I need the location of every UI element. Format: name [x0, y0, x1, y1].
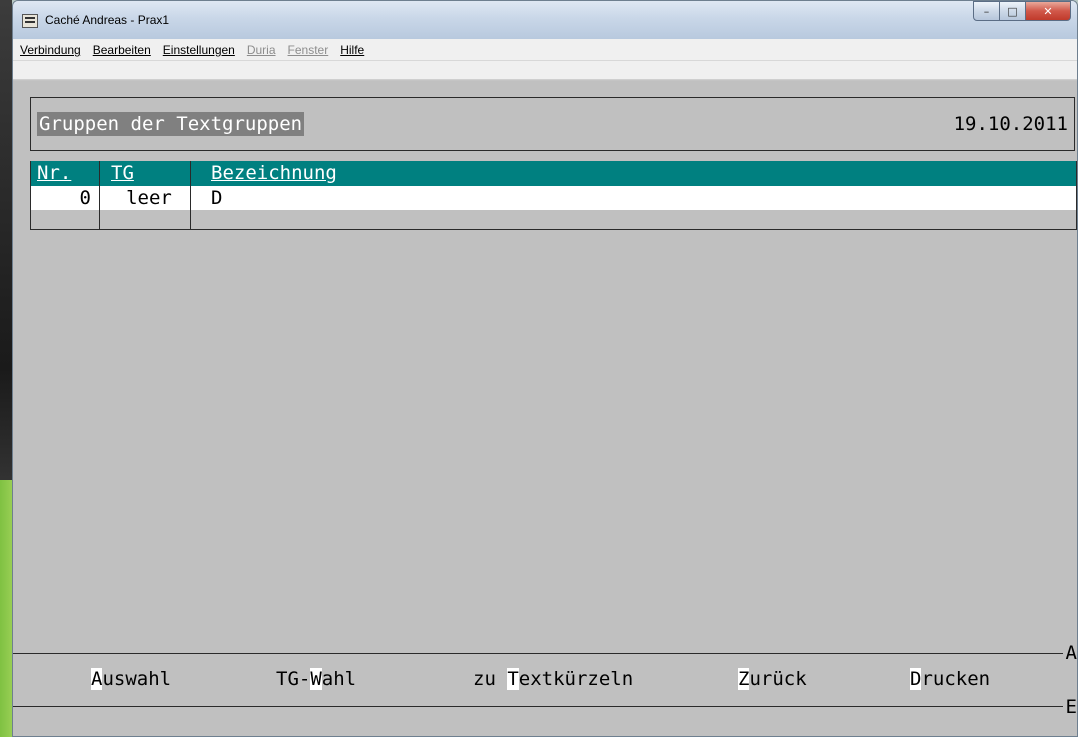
- function-key-bar: Auswahl TG-Wahl zu Textkürzeln Zurück Dr…: [13, 656, 1077, 706]
- cell-tg: leer: [126, 187, 172, 209]
- hotkey-letter: A: [91, 668, 103, 690]
- maximize-icon: □: [1007, 4, 1018, 18]
- close-button[interactable]: ✕: [1025, 1, 1071, 21]
- button-label: extkürzeln: [518, 668, 634, 690]
- menu-einstellungen[interactable]: Einstellungen: [163, 43, 235, 57]
- zurueck-button[interactable]: Zurück: [738, 667, 807, 691]
- drucken-button[interactable]: Drucken: [910, 667, 990, 691]
- minimize-icon: –: [983, 4, 990, 18]
- textkuerzeln-button[interactable]: zu Textkürzeln: [473, 667, 633, 691]
- tg-wahl-button[interactable]: TG-Wahl: [276, 667, 356, 691]
- window-controls: – □ ✕: [973, 1, 1071, 22]
- column-header-tg: TG: [111, 162, 134, 184]
- button-label: uswahl: [102, 668, 172, 690]
- terminal-window: Caché Andreas - Prax1 – □ ✕ Verbindung B…: [12, 0, 1078, 737]
- hotkey-letter: T: [507, 668, 519, 690]
- hotkey-label: TG-: [276, 668, 311, 690]
- groups-table: Nr. TG Bezeichnung 0 leer D: [30, 161, 1077, 230]
- window-title: Caché Andreas - Prax1: [45, 13, 170, 27]
- separator-line: [13, 653, 1063, 654]
- hotkey-letter: D: [910, 668, 922, 690]
- hotkey-label: zu: [473, 668, 508, 690]
- maximize-button[interactable]: □: [999, 1, 1026, 21]
- auswahl-button[interactable]: Auswahl: [91, 667, 171, 691]
- menu-duria: Duria: [246, 42, 276, 57]
- terminal-screen[interactable]: Gruppen der Textgruppen 19.10.2011 Nr. T…: [13, 81, 1077, 736]
- current-date: 19.10.2011: [953, 113, 1068, 135]
- hotkey-letter: Z: [738, 668, 750, 690]
- menu-hilfe[interactable]: Hilfe: [340, 43, 364, 57]
- column-divider: [190, 161, 191, 230]
- minimize-button[interactable]: –: [973, 1, 1000, 21]
- button-label: ahl: [321, 668, 357, 690]
- page-title: Gruppen der Textgruppen: [37, 112, 305, 136]
- column-header-bezeichnung: Bezeichnung: [211, 162, 337, 184]
- menu-fenster: Fenster: [287, 42, 329, 57]
- close-icon: ✕: [1043, 4, 1053, 18]
- button-label: rucken: [921, 668, 991, 690]
- screen-header: Gruppen der Textgruppen 19.10.2011: [30, 97, 1075, 151]
- menu-verbindung[interactable]: Verbindung: [20, 43, 81, 57]
- table-row[interactable]: 0 leer D: [31, 186, 1076, 210]
- title-bar[interactable]: Caché Andreas - Prax1 – □ ✕: [13, 1, 1077, 39]
- app-icon[interactable]: [22, 14, 38, 28]
- toolbar-strip: [13, 61, 1077, 80]
- button-label: urück: [749, 668, 807, 690]
- hotkey-letter: W: [310, 668, 322, 690]
- separator-line: [13, 706, 1063, 707]
- table-empty-row: [31, 210, 1076, 230]
- column-header-nr: Nr.: [37, 162, 72, 184]
- column-divider: [99, 161, 100, 230]
- cell-nr: 0: [79, 187, 91, 209]
- cell-bezeichnung: D: [211, 187, 223, 209]
- table-header: Nr. TG Bezeichnung: [31, 161, 1076, 186]
- menu-bar: Verbindung Bearbeiten Einstellungen Duri…: [13, 39, 1077, 61]
- menu-bearbeiten[interactable]: Bearbeiten: [93, 43, 151, 57]
